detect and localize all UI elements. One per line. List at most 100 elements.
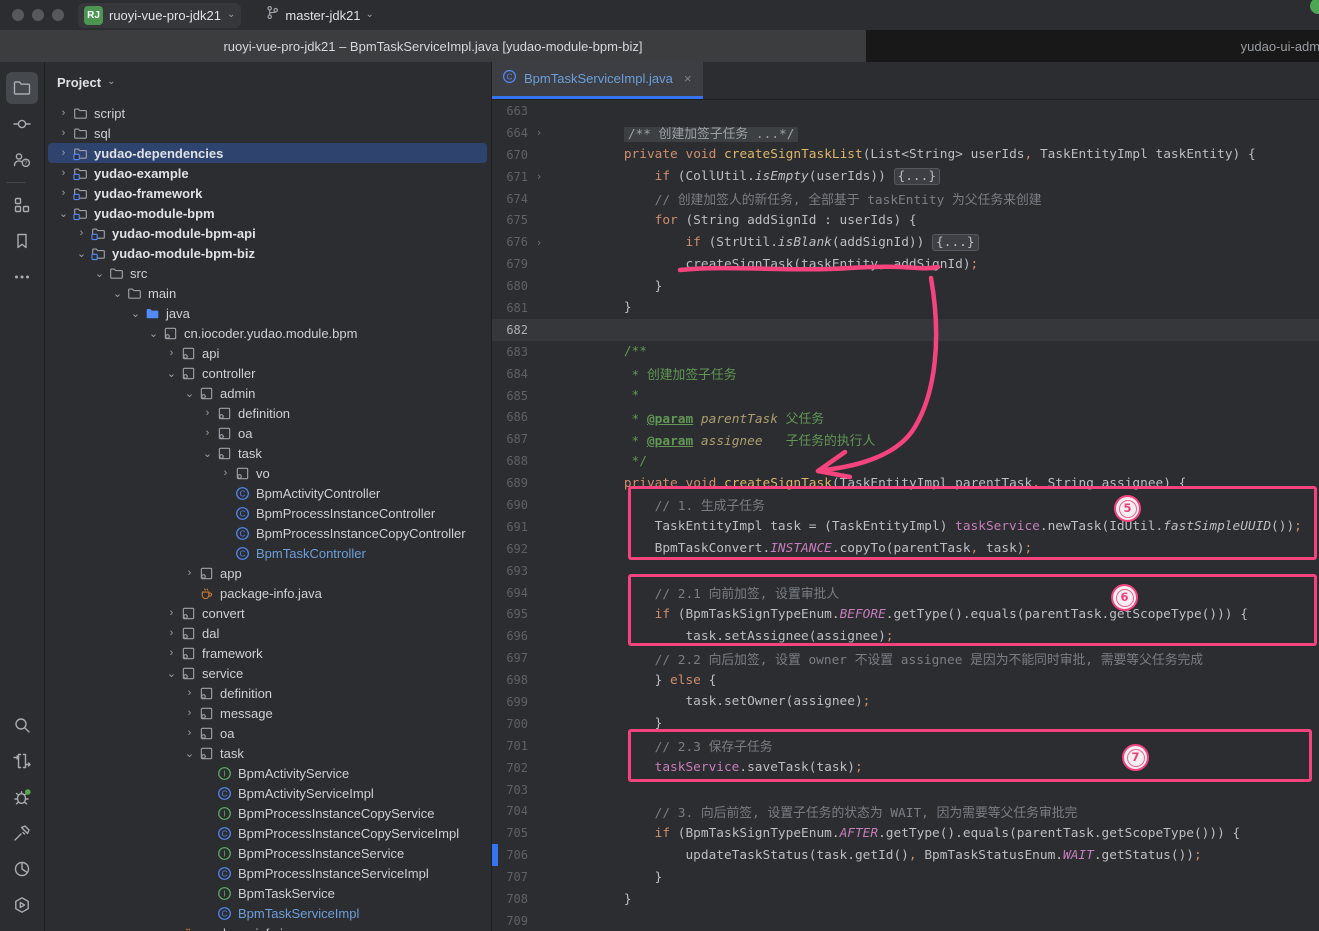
code-line-689[interactable]: 689 private void createSignTask(TaskEnti… — [492, 472, 1319, 494]
chevron-expanded-icon[interactable]: ⌄ — [91, 267, 108, 280]
code-line-676[interactable]: 676› if (StrUtil.isBlank(addSignId)) {..… — [492, 231, 1319, 253]
maximize-window-icon[interactable] — [52, 9, 64, 21]
tree-item-bpmprocessinstancecopyservice[interactable]: IBpmProcessInstanceCopyService — [45, 803, 491, 823]
tree-item-bpmtaskserviceimpl[interactable]: CBpmTaskServiceImpl — [45, 903, 491, 923]
project-panel-header[interactable]: Project ⌄ — [45, 62, 491, 103]
tree-item-framework[interactable]: ›framework — [45, 643, 491, 663]
code-line-688[interactable]: 688 */ — [492, 450, 1319, 472]
chevron-collapsed-icon[interactable]: › — [163, 647, 180, 659]
fold-chevron-icon[interactable]: › — [528, 126, 550, 139]
chevron-collapsed-icon[interactable]: › — [181, 687, 198, 699]
code-line-679[interactable]: 679 createSignTask(taskEntity, addSignId… — [492, 253, 1319, 275]
code-line-686[interactable]: 686 * @param parentTask 父任务 — [492, 406, 1319, 428]
toolwindow-services-icon[interactable] — [6, 889, 38, 921]
tree-item-controller[interactable]: ⌄controller — [45, 363, 491, 383]
tree-item-task[interactable]: ⌄task — [45, 743, 491, 763]
code-line-698[interactable]: 698 } else { — [492, 669, 1319, 691]
toolwindow-build-icon[interactable] — [6, 817, 38, 849]
tree-item-convert[interactable]: ›convert — [45, 603, 491, 623]
toolwindow-pull-requests-icon[interactable]: ? — [6, 144, 38, 176]
tree-item-app[interactable]: ›app — [45, 563, 491, 583]
tree-item-api[interactable]: ›api — [45, 343, 491, 363]
code-line-664[interactable]: 664› /** 创建加签子任务 ...*/ — [492, 122, 1319, 144]
tree-item-definition[interactable]: ›definition — [45, 683, 491, 703]
code-line-706[interactable]: 706 updateTaskStatus(task.getId(), BpmTa… — [492, 844, 1319, 866]
tree-item-dal[interactable]: ›dal — [45, 623, 491, 643]
code-line-707[interactable]: 707 } — [492, 866, 1319, 888]
tree-item-yudao-module-bpm-api[interactable]: ›yudao-module-bpm-api — [45, 223, 491, 243]
toolwindow-bookmarks-icon[interactable] — [6, 225, 38, 257]
chevron-expanded-icon[interactable]: ⌄ — [181, 747, 198, 760]
chevron-collapsed-icon[interactable]: › — [217, 467, 234, 479]
chevron-expanded-icon[interactable]: ⌄ — [163, 667, 180, 680]
tree-item-bpmactivitycontroller[interactable]: CBpmActivityController — [45, 483, 491, 503]
chevron-collapsed-icon[interactable]: › — [55, 107, 72, 119]
tree-item-task[interactable]: ⌄task — [45, 443, 491, 463]
chevron-expanded-icon[interactable]: ⌄ — [181, 387, 198, 400]
code-line-703[interactable]: 703 — [492, 779, 1319, 801]
chevron-collapsed-icon[interactable]: › — [199, 407, 216, 419]
tree-item-src[interactable]: ⌄src — [45, 263, 491, 283]
code-line-671[interactable]: 671› if (CollUtil.isEmpty(userIds)) {...… — [492, 166, 1319, 188]
code-line-681[interactable]: 681 } — [492, 297, 1319, 319]
tree-item-script[interactable]: ›script — [45, 103, 491, 123]
tree-item-package-info-java[interactable]: package-info.java — [45, 583, 491, 603]
tree-item-oa[interactable]: ›oa — [45, 423, 491, 443]
code-line-702[interactable]: 702 taskService.saveTask(task); — [492, 757, 1319, 779]
branch-widget[interactable]: master-jdk21 ⌄ — [259, 2, 380, 28]
close-window-icon[interactable] — [12, 9, 24, 21]
tree-item-bpmtaskservice[interactable]: IBpmTaskService — [45, 883, 491, 903]
tree-item-bpmprocessinstancecopyserviceimpl[interactable]: CBpmProcessInstanceCopyServiceImpl — [45, 823, 491, 843]
chevron-expanded-icon[interactable]: ⌄ — [145, 327, 162, 340]
code-line-691[interactable]: 691 TaskEntityImpl task = (TaskEntityImp… — [492, 516, 1319, 538]
chevron-collapsed-icon[interactable]: › — [181, 567, 198, 579]
tree-item-package-info-java[interactable]: package-info.java — [45, 923, 491, 931]
code-line-708[interactable]: 708 } — [492, 888, 1319, 910]
code-line-700[interactable]: 700 } — [492, 713, 1319, 735]
tree-item-bpmtaskcontroller[interactable]: CBpmTaskController — [45, 543, 491, 563]
tree-item-service[interactable]: ⌄service — [45, 663, 491, 683]
tree-item-definition[interactable]: ›definition — [45, 403, 491, 423]
chevron-expanded-icon[interactable]: ⌄ — [109, 287, 126, 300]
editor-area[interactable]: C BpmTaskServiceImpl.java × 663664› /** … — [492, 62, 1319, 931]
chevron-collapsed-icon[interactable]: › — [163, 347, 180, 359]
chevron-collapsed-icon[interactable]: › — [55, 187, 72, 199]
code-line-693[interactable]: 693 — [492, 560, 1319, 582]
chevron-collapsed-icon[interactable]: › — [73, 227, 90, 239]
tree-item-bpmactivityservice[interactable]: IBpmActivityService — [45, 763, 491, 783]
code-line-680[interactable]: 680 } — [492, 275, 1319, 297]
code-line-696[interactable]: 696 task.setAssignee(assignee); — [492, 625, 1319, 647]
code-line-670[interactable]: 670 private void createSignTaskList(List… — [492, 144, 1319, 166]
tree-item-yudao-dependencies[interactable]: ›yudao-dependencies — [45, 143, 491, 163]
tree-item-yudao-module-bpm-biz[interactable]: ⌄yudao-module-bpm-biz — [45, 243, 491, 263]
code-line-690[interactable]: 690 // 1. 生成子任务 — [492, 494, 1319, 516]
tree-item-message[interactable]: ›message — [45, 703, 491, 723]
toolwindow-structure-icon[interactable] — [6, 189, 38, 221]
tree-item-bpmactivityserviceimpl[interactable]: CBpmActivityServiceImpl — [45, 783, 491, 803]
minimize-window-icon[interactable] — [32, 9, 44, 21]
tree-item-cn-iocoder-yudao-module-bpm[interactable]: ⌄cn.iocoder.yudao.module.bpm — [45, 323, 491, 343]
tree-item-yudao-example[interactable]: ›yudao-example — [45, 163, 491, 183]
background-window-title[interactable]: yudao-ui-admi — [866, 30, 1319, 62]
tree-item-bpmprocessinstanceserviceimpl[interactable]: CBpmProcessInstanceServiceImpl — [45, 863, 491, 883]
tree-item-vo[interactable]: ›vo — [45, 463, 491, 483]
tree-item-java[interactable]: ⌄java — [45, 303, 491, 323]
chevron-expanded-icon[interactable]: ⌄ — [73, 247, 90, 260]
chevron-expanded-icon[interactable]: ⌄ — [55, 207, 72, 220]
tree-item-yudao-module-bpm[interactable]: ⌄yudao-module-bpm — [45, 203, 491, 223]
tree-item-oa[interactable]: ›oa — [45, 723, 491, 743]
fold-chevron-icon[interactable]: › — [528, 170, 550, 183]
code-line-685[interactable]: 685 * — [492, 385, 1319, 407]
code-line-705[interactable]: 705 if (BpmTaskSignTypeEnum.AFTER.getTyp… — [492, 822, 1319, 844]
tree-item-yudao-framework[interactable]: ›yudao-framework — [45, 183, 491, 203]
fold-chevron-icon[interactable]: › — [528, 236, 550, 249]
code-line-687[interactable]: 687 * @param assignee 子任务的执行人 — [492, 428, 1319, 450]
code-line-663[interactable]: 663 — [492, 100, 1319, 122]
toolwindow-find-icon[interactable] — [6, 709, 38, 741]
code-line-682[interactable]: 682 — [492, 319, 1319, 341]
code-line-709[interactable]: 709 — [492, 910, 1319, 931]
code-line-684[interactable]: 684 * 创建加签子任务 — [492, 363, 1319, 385]
toolwindow-profiler-icon[interactable] — [6, 853, 38, 885]
project-widget[interactable]: RJ ruoyi-vue-pro-jdk21 ⌄ — [78, 3, 241, 28]
close-tab-icon[interactable]: × — [684, 71, 692, 86]
